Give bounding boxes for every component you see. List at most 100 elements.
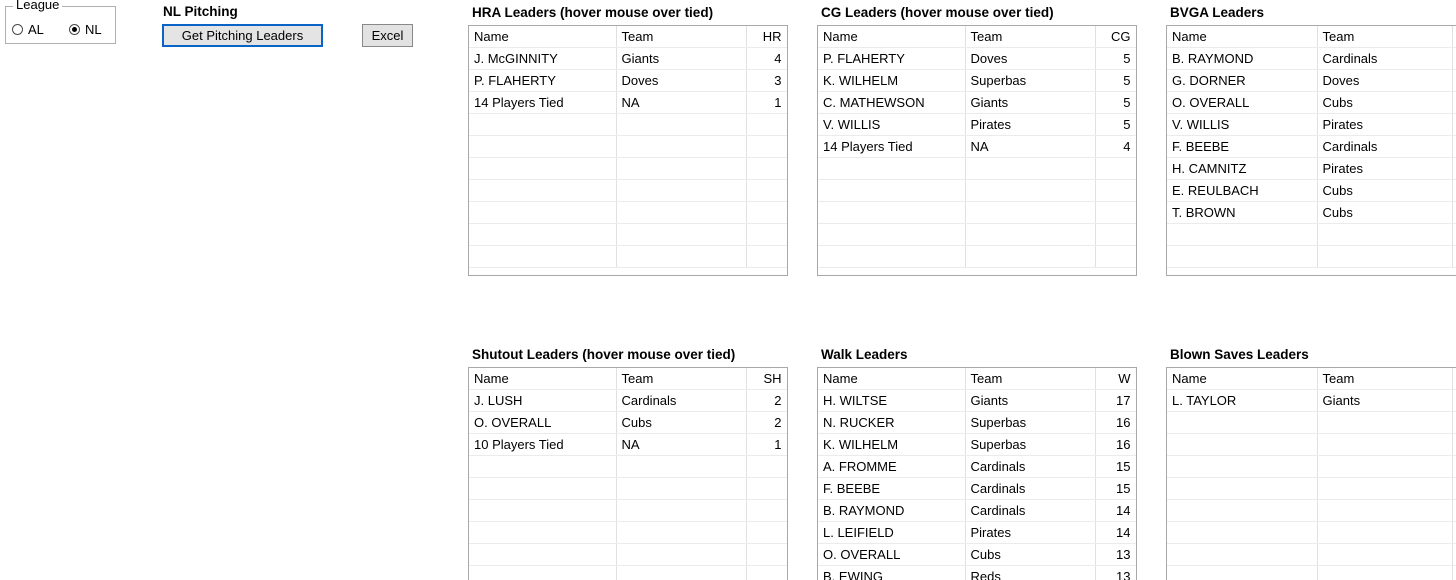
table-row-empty[interactable] (469, 499, 787, 522)
cell-empty[interactable] (1167, 245, 1318, 268)
column-header-name[interactable]: Name (1167, 26, 1318, 48)
cell-empty[interactable] (469, 135, 617, 158)
cell-name[interactable]: 10 Players Tied (469, 433, 617, 456)
cell-empty[interactable] (1167, 223, 1318, 246)
table-row[interactable]: J. McGINNITY Giants 4 (469, 47, 787, 70)
cell-name[interactable]: F. BEEBE (1167, 135, 1318, 158)
cell-empty[interactable] (746, 245, 787, 268)
cell-empty[interactable] (965, 223, 1096, 246)
cell-stat[interactable]: 4 (746, 47, 787, 70)
table-row[interactable]: H. WILTSE Giants 17 (818, 389, 1136, 412)
cell-empty[interactable] (1452, 477, 1456, 500)
table-row-empty[interactable] (1167, 565, 1456, 580)
cell-name[interactable]: P. FLAHERTY (818, 47, 966, 70)
data-grid-hra[interactable]: Name Team HR J. McGINNITY Giants 4 P. FLAHERTY… (468, 25, 788, 276)
cell-empty[interactable] (1317, 223, 1453, 246)
cell-name[interactable]: H. CAMNITZ (1167, 157, 1318, 180)
cell-team[interactable]: Doves (965, 47, 1096, 70)
cell-empty[interactable] (1317, 477, 1453, 500)
cell-empty[interactable] (1167, 411, 1318, 434)
cell-empty[interactable] (616, 245, 747, 268)
excel-export-button[interactable]: Excel (362, 24, 413, 47)
table-row-empty[interactable] (1167, 223, 1456, 246)
cell-team[interactable]: Superbas (965, 433, 1096, 456)
cell-team[interactable]: NA (616, 91, 747, 114)
data-grid-bvga[interactable]: NameTeambvgaB. RAYMONDCardinals150G. DOR… (1166, 25, 1456, 276)
cell-empty[interactable] (965, 179, 1096, 202)
cell-empty[interactable] (616, 477, 747, 500)
cell-empty[interactable] (818, 223, 966, 246)
cell-empty[interactable] (616, 455, 747, 478)
cell-team[interactable]: Cubs (1317, 201, 1453, 224)
table-row-empty[interactable] (818, 223, 1136, 246)
cell-empty[interactable] (616, 157, 747, 180)
table-row-empty[interactable] (818, 201, 1136, 224)
table-row[interactable]: H. CAMNITZPirates190 (1167, 157, 1456, 180)
cell-empty[interactable] (1095, 157, 1136, 180)
cell-name[interactable]: B. RAYMOND (818, 499, 966, 522)
cell-name[interactable]: B. RAYMOND (1167, 47, 1318, 70)
cell-empty[interactable] (1452, 543, 1456, 566)
cell-team[interactable]: Pirates (1317, 157, 1453, 180)
cell-empty[interactable] (746, 179, 787, 202)
table-row-empty[interactable] (1167, 543, 1456, 566)
table-row-empty[interactable] (469, 113, 787, 136)
table-row-empty[interactable] (1167, 499, 1456, 522)
cell-name[interactable]: O. OVERALL (818, 543, 966, 566)
cell-team[interactable]: Cubs (616, 411, 747, 434)
cell-empty[interactable] (818, 201, 966, 224)
cell-stat[interactable]: 14 (1095, 521, 1136, 544)
table-row[interactable]: V. WILLIS Pirates 5 (818, 113, 1136, 136)
cell-team[interactable]: Superbas (965, 69, 1096, 92)
table-row[interactable]: O. OVERALLCubs166 (1167, 91, 1456, 114)
cell-empty[interactable] (469, 113, 617, 136)
column-header-hr[interactable]: HR (746, 26, 787, 48)
cell-team[interactable]: Doves (1317, 69, 1453, 92)
table-row[interactable]: B. RAYMONDCardinals150 (1167, 47, 1456, 70)
table-row-empty[interactable] (469, 245, 787, 268)
cell-empty[interactable] (1167, 433, 1318, 456)
cell-name[interactable]: G. DORNER (1167, 69, 1318, 92)
table-row[interactable]: L. TAYLORGiants1 (1167, 389, 1456, 412)
table-row[interactable]: K. WILHELM Superbas 5 (818, 69, 1136, 92)
table-row-empty[interactable] (818, 245, 1136, 268)
table-row-empty[interactable] (1167, 521, 1456, 544)
cell-empty[interactable] (1452, 499, 1456, 522)
table-row-empty[interactable] (1167, 433, 1456, 456)
cell-empty[interactable] (746, 499, 787, 522)
cell-name[interactable]: V. WILLIS (1167, 113, 1318, 136)
table-row-empty[interactable] (818, 179, 1136, 202)
cell-team[interactable]: Cardinals (965, 477, 1096, 500)
cell-empty[interactable] (1095, 223, 1136, 246)
radio-league-nl[interactable]: NL (69, 22, 102, 37)
cell-empty[interactable] (965, 157, 1096, 180)
cell-stat[interactable]: 17 (1095, 389, 1136, 412)
data-grid-walk[interactable]: Name Team W H. WILTSE Giants 17 N. RUCKER Super… (817, 367, 1137, 580)
cell-empty[interactable] (469, 521, 617, 544)
cell-stat[interactable]: 194 (1452, 201, 1456, 224)
table-row[interactable]: B. RAYMOND Cardinals 14 (818, 499, 1136, 522)
cell-empty[interactable] (1095, 179, 1136, 202)
cell-stat[interactable]: 1 (746, 91, 787, 114)
table-row[interactable]: P. FLAHERTY Doves 5 (818, 47, 1136, 70)
cell-team[interactable]: Giants (965, 389, 1096, 412)
cell-team[interactable]: Pirates (1317, 113, 1453, 136)
cell-empty[interactable] (1317, 521, 1453, 544)
cell-empty[interactable] (616, 223, 747, 246)
column-header-team[interactable]: Team (1317, 368, 1453, 390)
table-row-empty[interactable] (1167, 411, 1456, 434)
table-row[interactable]: J. LUSH Cardinals 2 (469, 389, 787, 412)
cell-name[interactable]: A. FROMME (818, 455, 966, 478)
cell-name[interactable]: O. OVERALL (469, 411, 617, 434)
cell-name[interactable]: P. FLAHERTY (469, 69, 617, 92)
cell-empty[interactable] (1167, 565, 1318, 580)
cell-empty[interactable] (1317, 245, 1453, 268)
table-row[interactable]: V. WILLISPirates166 (1167, 113, 1456, 136)
cell-empty[interactable] (469, 499, 617, 522)
cell-team[interactable]: Doves (616, 69, 747, 92)
cell-empty[interactable] (746, 521, 787, 544)
cell-name[interactable]: H. WILTSE (818, 389, 966, 412)
cell-empty[interactable] (746, 223, 787, 246)
cell-stat[interactable]: 2 (746, 411, 787, 434)
cell-stat[interactable]: 166 (1452, 91, 1456, 114)
